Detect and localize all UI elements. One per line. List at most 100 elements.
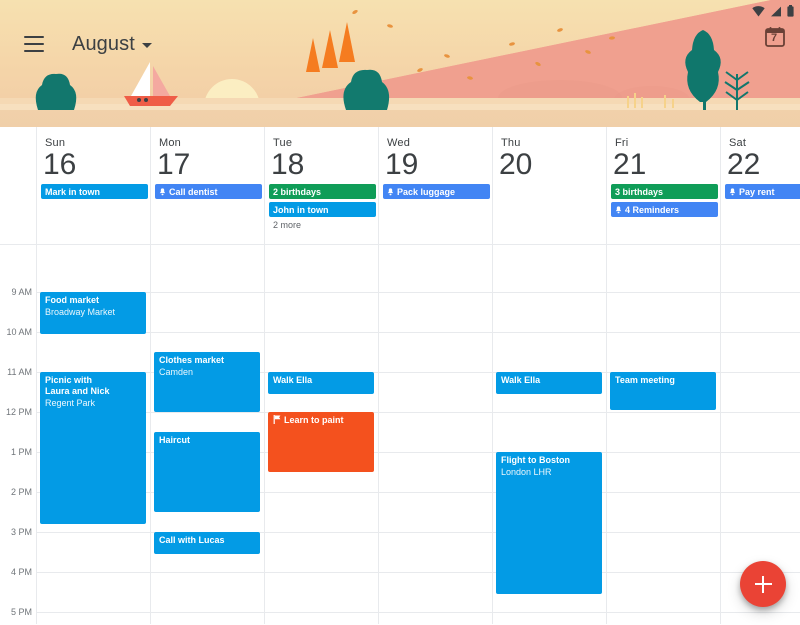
day-number: 20 [499, 148, 533, 181]
reminder-bell-icon [729, 187, 736, 195]
month-dropdown-button[interactable]: August [66, 29, 158, 60]
calendar-event[interactable]: Learn to paint [268, 412, 374, 472]
wifi-icon [752, 5, 765, 17]
time-grid[interactable]: 9 AM 10 AM 11 AM 12 PM 1 PM 2 PM 3 PM 4 PM 5 PM … [0, 245, 800, 624]
event-title: Learn to paint [273, 415, 369, 426]
day-gridline [378, 245, 379, 624]
calendar-event[interactable]: Call with Lucas [154, 532, 260, 554]
time-label: 12 PM [5, 407, 32, 417]
all-day-chip-label: Pay rent [739, 186, 775, 197]
chevron-down-icon [141, 43, 152, 48]
all-day-chip-label: 3 birthdays [615, 186, 664, 197]
day-header-row: Sun 16 Mark in town Mon 17 Call dentist Tue 18 2… [0, 127, 800, 245]
event-location: Camden [159, 367, 194, 377]
all-day-chip-list: Pay rent [725, 184, 800, 202]
day-gridline [720, 245, 721, 624]
time-label: 10 AM [6, 327, 32, 337]
day-number: 18 [271, 148, 305, 181]
calendar-event[interactable]: Clothes market Camden [154, 352, 260, 412]
event-title-line-1: Picnic with [45, 375, 93, 385]
calendar-grid: Sun 16 Mark in town Mon 17 Call dentist Tue 18 2… [0, 127, 800, 625]
all-day-chip-list: 3 birthdays 4 Reminders [611, 184, 718, 220]
all-day-chip[interactable]: Call dentist [155, 184, 262, 199]
top-app-bar: August [0, 20, 800, 68]
all-day-chip-label: Mark in town [45, 186, 101, 197]
all-day-chip[interactable]: John in town [269, 202, 376, 217]
all-day-chip[interactable]: Pack luggage [383, 184, 490, 199]
all-day-chip-label: Pack luggage [397, 186, 456, 197]
time-label: 5 PM [10, 607, 32, 617]
day-column-header[interactable]: Thu 20 [492, 127, 606, 245]
reminder-bell-icon [387, 187, 394, 196]
time-label: 1 PM [10, 447, 32, 457]
all-day-chip-list: Pack luggage [383, 184, 490, 202]
time-label: 4 PM [10, 567, 32, 577]
reminder-bell-icon [159, 187, 166, 195]
event-title-line-2: Laura and Nick [45, 386, 110, 396]
time-gutter: 9 AM 10 AM 11 AM 12 PM 1 PM 2 PM 3 PM 4 PM 5 PM [0, 245, 36, 624]
event-title: Call with Lucas [159, 535, 225, 545]
event-title: Haircut [159, 435, 191, 445]
time-label: 3 PM [10, 527, 32, 537]
event-location: Broadway Market [45, 307, 116, 317]
day-column-header[interactable]: Sat 22 Pay rent [720, 127, 800, 245]
event-title: Walk Ella [501, 375, 541, 385]
day-column-header[interactable]: Mon 17 Call dentist [150, 127, 264, 245]
status-bar [752, 3, 794, 19]
all-day-chip-list: Mark in town [41, 184, 148, 202]
day-column-header[interactable]: Wed 19 Pack luggage [378, 127, 492, 245]
all-day-chip-label: 2 birthdays [273, 186, 322, 197]
calendar-event[interactable]: Flight to Boston London LHR [496, 452, 602, 594]
event-location: London LHR [501, 467, 552, 477]
reminder-bell-icon [729, 187, 736, 196]
calendar-event[interactable]: Picnic with Laura and Nick Regent Park [40, 372, 146, 524]
battery-icon [787, 5, 794, 17]
event-title: Team meeting [615, 375, 675, 385]
day-column-header[interactable]: Tue 18 2 birthdays John in town 2 more [264, 127, 378, 245]
month-label: August [72, 32, 135, 55]
day-number: 22 [727, 148, 761, 181]
event-title: Flight to Boston [501, 455, 570, 465]
time-label: 9 AM [11, 287, 32, 297]
calendar-event[interactable]: Team meeting [610, 372, 716, 410]
calendar-app: August 7 Sun 16 Mark in town Mon 17 Call dent… [0, 0, 800, 625]
day-gridline [36, 245, 37, 624]
all-day-chip[interactable]: 2 birthdays [269, 184, 376, 199]
all-day-chip-label: Call dentist [169, 186, 218, 197]
day-gridline [492, 245, 493, 624]
time-label: 2 PM [10, 487, 32, 497]
event-title: Walk Ella [273, 375, 313, 385]
calendar-event[interactable]: Haircut [154, 432, 260, 512]
day-number: 17 [157, 148, 191, 181]
event-title: Clothes market [159, 355, 225, 365]
reminder-bell-icon [615, 205, 622, 214]
reminder-bell-icon [387, 187, 394, 195]
day-column-header[interactable]: Fri 21 3 birthdays 4 Reminders [606, 127, 720, 245]
all-day-chip[interactable]: Mark in town [41, 184, 148, 199]
all-day-chip[interactable]: 3 birthdays [611, 184, 718, 199]
event-title: Food market [45, 295, 100, 305]
day-gridline [264, 245, 265, 624]
app-header: August 7 [0, 0, 800, 127]
reminder-bell-icon [615, 205, 622, 213]
all-day-chip[interactable]: 4 Reminders [611, 202, 718, 217]
time-label: 11 AM [7, 367, 32, 377]
all-day-chip[interactable]: Pay rent [725, 184, 800, 199]
all-day-chip-label: 4 Reminders [625, 204, 680, 215]
time-gutter-header [0, 127, 36, 245]
day-gridline [606, 245, 607, 624]
calendar-event[interactable]: Food market Broadway Market [40, 292, 146, 334]
all-day-chip-list: 2 birthdays John in town 2 more [269, 184, 376, 230]
calendar-event[interactable]: Walk Ella [496, 372, 602, 394]
day-gridline [150, 245, 151, 624]
more-events-link[interactable]: 2 more [269, 220, 376, 230]
calendar-event[interactable]: Walk Ella [268, 372, 374, 394]
hamburger-menu-icon[interactable] [10, 20, 58, 68]
event-location: Regent Park [45, 398, 96, 408]
day-number: 21 [613, 148, 647, 181]
reminder-bell-icon [159, 187, 166, 196]
all-day-chip-label: John in town [273, 204, 329, 215]
day-column-header[interactable]: Sun 16 Mark in town [36, 127, 150, 245]
cell-signal-icon [771, 6, 781, 16]
create-event-fab[interactable] [740, 561, 786, 607]
